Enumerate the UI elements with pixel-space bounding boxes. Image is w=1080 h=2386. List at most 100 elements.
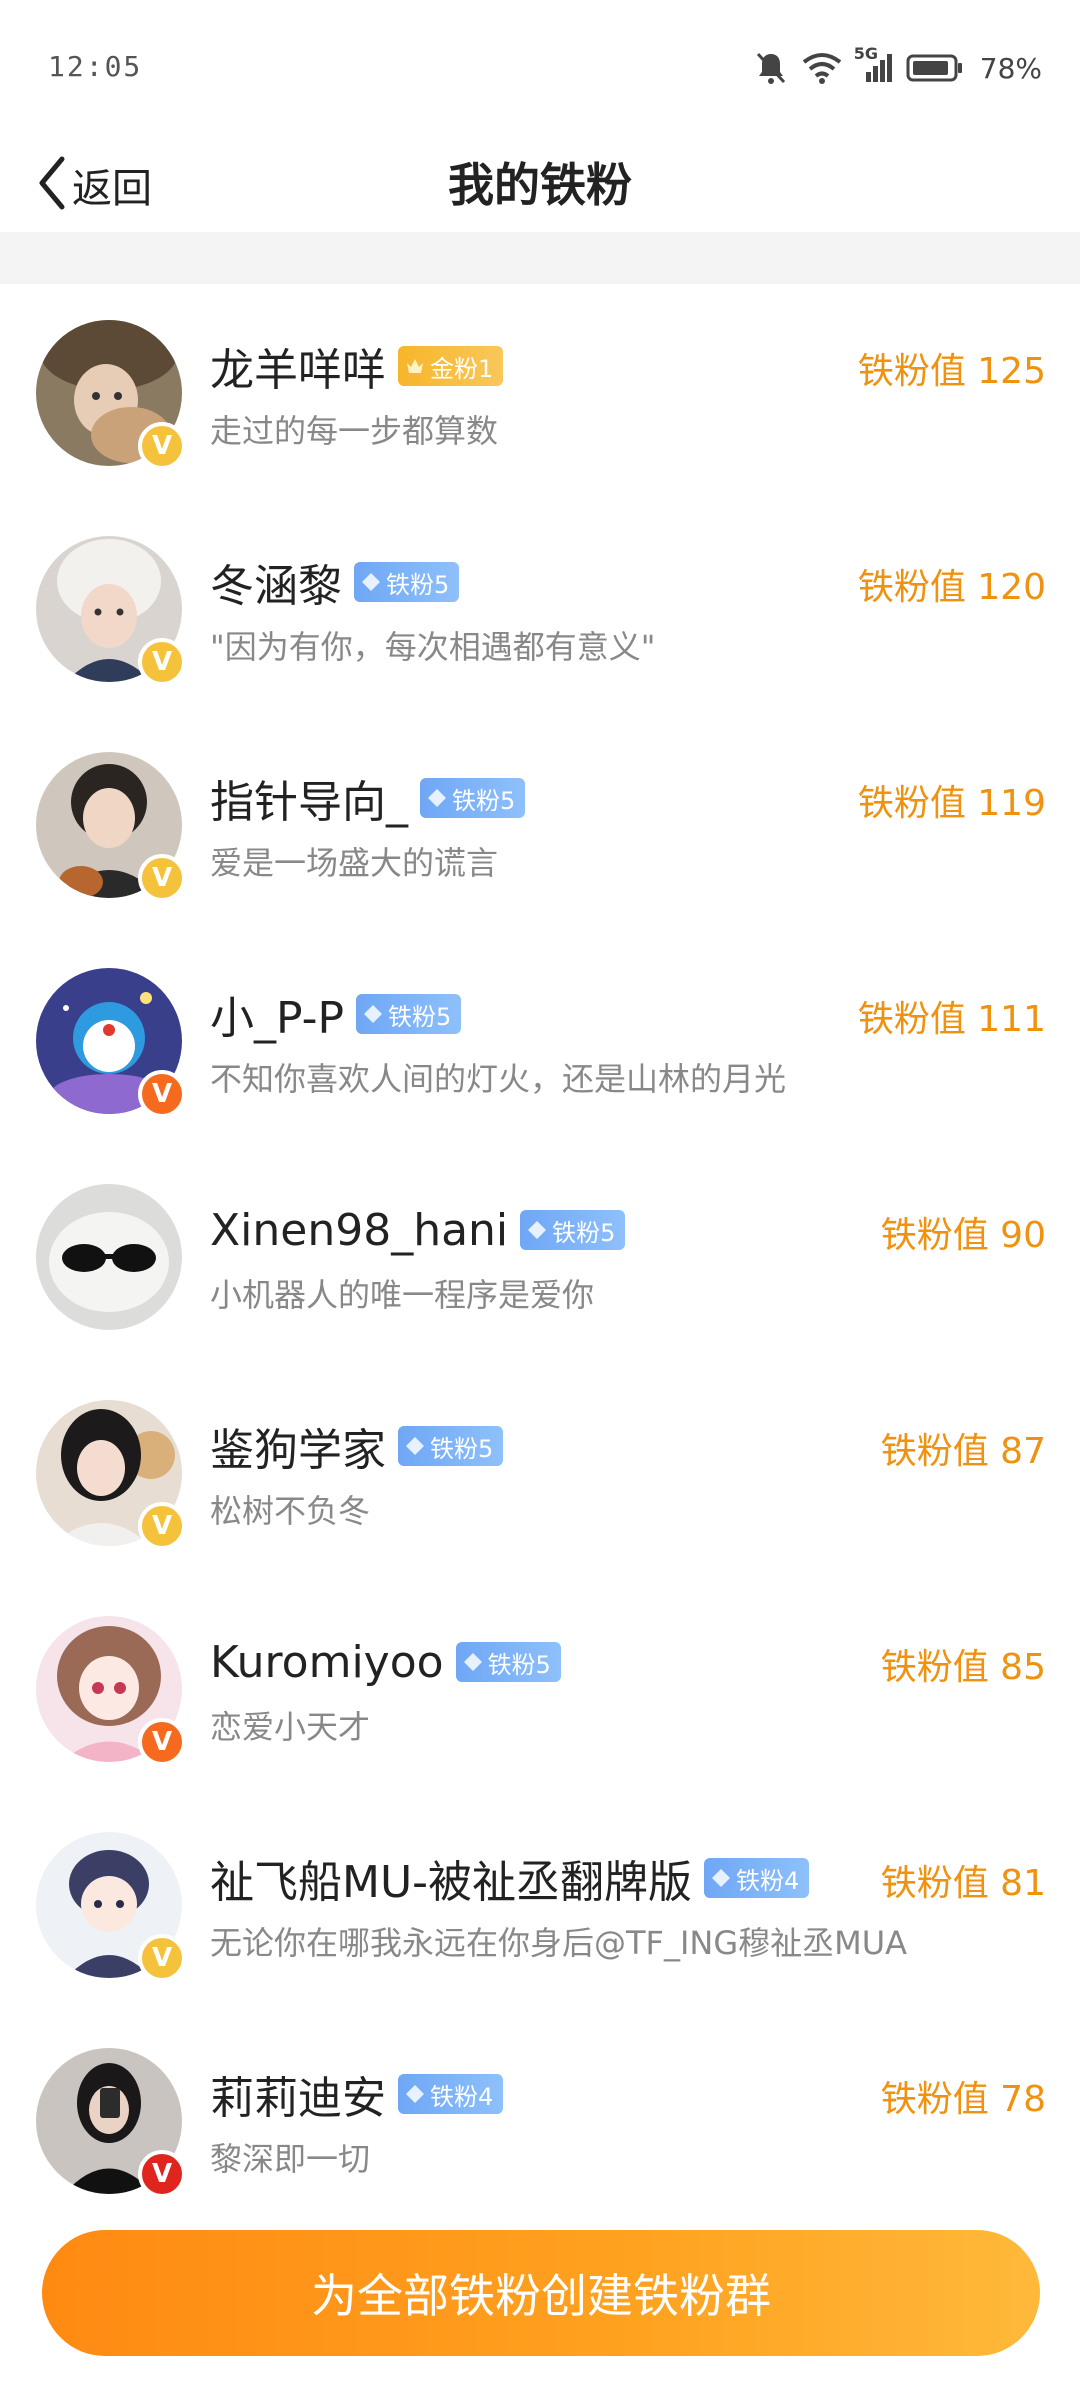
name-line: 莉莉迪安 铁粉4 — [210, 2064, 504, 2124]
mute-bell-icon — [754, 50, 788, 86]
fan-name: Kuromiyoo — [210, 1636, 444, 1688]
verified-v-icon: V — [138, 638, 186, 686]
fan-row[interactable]: V 冬涵黎 铁粉5 "因为有你，每次相遇都有意义" 铁粉值 120 — [0, 500, 1080, 716]
fan-row[interactable]: V 鉴狗学家 铁粉5 松树不负冬 铁粉值 87 — [0, 1364, 1080, 1580]
avatar-wrap: V — [36, 1400, 186, 1550]
fan-name: 冬涵黎 — [210, 561, 342, 612]
fan-signature: "因为有你，每次相遇都有意义" — [210, 628, 656, 666]
battery-percent: 78% — [979, 51, 1042, 85]
fan-row[interactable]: V 祉飞船MU-被祉丞翻牌版 铁粉4 无论你在哪我永远在你身后@TF_ING穆祉… — [0, 1796, 1080, 2012]
create-fan-group-button[interactable]: 为全部铁粉创建铁粉群 — [42, 2230, 1040, 2356]
name-line: 冬涵黎 铁粉5 — [210, 552, 460, 612]
name-line: 祉飞船MU-被祉丞翻牌版 铁粉4 — [210, 1848, 810, 1908]
fan-name: 小_P-P — [210, 993, 344, 1044]
status-icons: 5G 78% — [754, 44, 1042, 88]
fan-score: 铁粉值 119 — [857, 783, 1046, 824]
fan-signature: 无论你在哪我永远在你身后@TF_ING穆祉丞MUA — [210, 1924, 908, 1962]
fan-level-badge: 铁粉5 — [520, 1210, 626, 1250]
battery-icon — [906, 53, 964, 83]
name-line: 龙羊咩咩 金粉1 — [210, 336, 504, 396]
fan-list: V 龙羊咩咩 金粉1 走过的每一步都算数 铁粉值 125 V 冬涵黎 铁粉5 " — [0, 284, 1080, 2228]
fan-row[interactable]: Xinen98_hani 铁粉5 小机器人的唯一程序是爱你 铁粉值 90 — [0, 1148, 1080, 1364]
fan-score: 铁粉值 78 — [880, 2079, 1046, 2120]
verified-v-icon: V — [138, 1502, 186, 1550]
fan-row[interactable]: V 莉莉迪安 铁粉4 黎深即一切 铁粉值 78 — [0, 2012, 1080, 2228]
fan-name: 莉莉迪安 — [210, 2073, 386, 2124]
bottom-bar: 为全部铁粉创建铁粉群 — [0, 2206, 1080, 2386]
fan-score: 铁粉值 81 — [880, 1863, 1046, 1904]
wifi-icon — [802, 52, 842, 84]
back-button[interactable]: 返回 — [36, 135, 152, 235]
fan-level-label: 铁粉4 — [430, 2082, 494, 2111]
fan-level-label: 铁粉5 — [552, 1218, 616, 1247]
diamond-icon — [362, 1003, 384, 1025]
back-label: 返回 — [72, 166, 152, 212]
fan-level-label: 铁粉5 — [452, 786, 516, 815]
verified-v-icon: V — [138, 1070, 186, 1118]
network-type-label: 5G — [853, 44, 879, 63]
fan-name: Xinen98_hani — [210, 1204, 509, 1256]
verified-v-icon: V — [138, 854, 186, 902]
avatar — [36, 1184, 182, 1330]
fan-level-label: 铁粉4 — [736, 1866, 800, 1895]
avatar-wrap: V — [36, 1616, 186, 1766]
fan-level-label: 铁粉5 — [387, 1002, 452, 1031]
fan-score: 铁粉值 85 — [880, 1647, 1046, 1688]
fan-signature: 不知你喜欢人间的灯火，还是山林的月光 — [210, 1060, 787, 1098]
fan-signature: 小机器人的唯一程序是爱你 — [210, 1276, 595, 1314]
verified-v-icon: V — [138, 1934, 186, 1982]
name-line: Kuromiyoo 铁粉5 — [210, 1632, 561, 1692]
fan-level-label: 铁粉5 — [430, 1434, 494, 1463]
fan-level-badge: 铁粉4 — [398, 2074, 504, 2114]
verified-v-icon: V — [138, 422, 186, 470]
fan-score: 铁粉值 87 — [880, 1431, 1046, 1472]
header: 我的铁粉 返回 — [0, 135, 1080, 235]
fan-level-label: 铁粉5 — [386, 570, 450, 599]
diamond-icon — [710, 1867, 732, 1889]
fan-row[interactable]: V 龙羊咩咩 金粉1 走过的每一步都算数 铁粉值 125 — [0, 284, 1080, 500]
chevron-left-icon — [36, 155, 66, 215]
diamond-icon — [404, 1435, 426, 1457]
fan-level-badge: 铁粉5 — [398, 1426, 504, 1466]
fan-score: 铁粉值 125 — [857, 351, 1046, 392]
fan-level-badge: 铁粉5 — [420, 778, 526, 818]
avatar-wrap: V — [36, 1832, 186, 1982]
fan-level-badge: 金粉1 — [398, 346, 504, 386]
fan-level-label: 铁粉5 — [487, 1650, 551, 1679]
fan-row[interactable]: V Kuromiyoo 铁粉5 恋爱小天才 铁粉值 85 — [0, 1580, 1080, 1796]
diamond-icon — [426, 787, 448, 809]
fan-level-badge: 铁粉5 — [455, 1642, 561, 1682]
fan-level-badge: 铁粉5 — [355, 994, 462, 1034]
fan-name: 龙羊咩咩 — [210, 345, 386, 396]
fan-score: 铁粉值 111 — [857, 999, 1046, 1040]
verified-v-icon: V — [138, 1718, 186, 1766]
avatar-wrap: V — [36, 536, 186, 686]
avatar-wrap: V — [36, 2048, 186, 2198]
fan-level-badge: 铁粉5 — [354, 562, 460, 602]
avatar-wrap: V — [36, 752, 186, 902]
avatar-wrap — [36, 1184, 182, 1330]
status-time: 12:05 — [48, 50, 143, 83]
fan-name: 指针导向_ — [210, 777, 408, 828]
fan-row[interactable]: V 指针导向_ 铁粉5 爱是一场盛大的谎言 铁粉值 119 — [0, 716, 1080, 932]
fan-level-label: 金粉1 — [430, 354, 494, 383]
gold-crown-icon — [404, 355, 426, 377]
section-divider — [0, 232, 1080, 284]
fan-signature: 走过的每一步都算数 — [210, 412, 499, 450]
diamond-icon — [526, 1219, 548, 1241]
name-line: 鉴狗学家 铁粉5 — [210, 1416, 504, 1476]
avatar-wrap: V — [36, 968, 186, 1118]
diamond-icon — [404, 2083, 426, 2105]
fan-signature: 爱是一场盛大的谎言 — [210, 844, 499, 882]
name-line: Xinen98_hani 铁粉5 — [210, 1200, 626, 1260]
fan-signature: 黎深即一切 — [210, 2140, 371, 2178]
signal-5g-icon: 5G — [854, 44, 892, 84]
fan-row[interactable]: V 小_P-P 铁粉5 不知你喜欢人间的灯火，还是山林的月光 铁粉值 111 — [0, 932, 1080, 1148]
fan-score: 铁粉值 120 — [857, 567, 1046, 608]
fan-signature: 松树不负冬 — [210, 1492, 371, 1530]
fan-level-badge: 铁粉4 — [704, 1858, 810, 1898]
page-title: 我的铁粉 — [448, 158, 632, 212]
status-bar: 12:05 5G 78% — [0, 0, 1080, 135]
name-line: 指针导向_ 铁粉5 — [210, 768, 526, 828]
verified-v-icon: V — [138, 2150, 186, 2198]
